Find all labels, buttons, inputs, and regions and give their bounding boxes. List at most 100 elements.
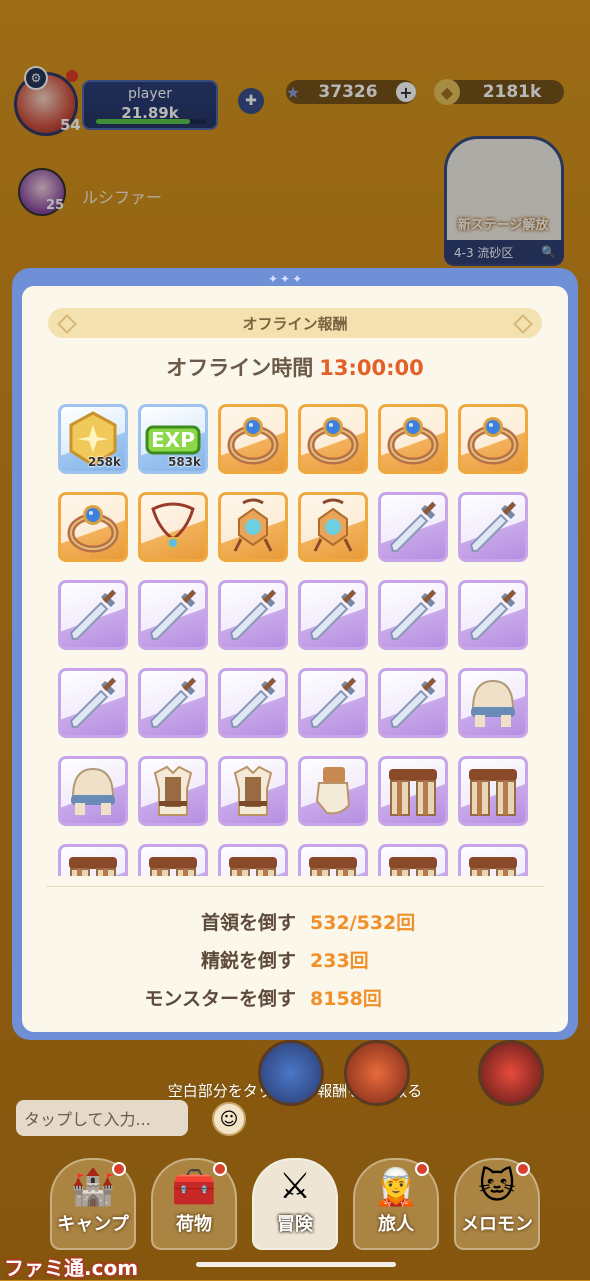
chat-placeholder: タップして入力... [24, 1110, 151, 1129]
nav-tab-2[interactable]: ⚔ 冒険 [252, 1158, 338, 1250]
diamond-icon [513, 314, 533, 334]
nav-tab-3[interactable]: 🧝 旅人 [353, 1158, 439, 1250]
modal-ornament-icon: ✦✦✦ [268, 272, 305, 286]
boots-icon [461, 759, 525, 823]
reward-item[interactable] [58, 756, 128, 826]
reward-item[interactable] [218, 668, 288, 738]
reward-item[interactable]: EXP 583k [138, 404, 208, 474]
reward-item[interactable] [58, 492, 128, 562]
boots-icon [381, 847, 445, 876]
reward-item[interactable] [58, 668, 128, 738]
kill-stat-label: モンスターを倒す [144, 988, 296, 1010]
sword-icon [61, 583, 125, 647]
skill-slot[interactable] [258, 1040, 324, 1106]
notification-dot [516, 1162, 530, 1176]
skill-slot[interactable] [344, 1040, 410, 1106]
nav-label: キャンプ [57, 1214, 129, 1235]
crossed-swords-icon: ⚔ [278, 1166, 312, 1207]
reward-item[interactable] [378, 580, 448, 650]
reward-item[interactable] [218, 492, 288, 562]
reward-item[interactable] [298, 580, 368, 650]
reward-amount: 258k [87, 455, 121, 469]
boots-icon [381, 759, 445, 823]
reward-item[interactable] [458, 404, 528, 474]
boots-icon [141, 847, 205, 876]
home-indicator[interactable] [196, 1262, 396, 1267]
sword-icon [61, 671, 125, 735]
sword-icon [141, 583, 205, 647]
nav-tab-1[interactable]: 🧰 荷物 [151, 1158, 237, 1250]
ring-icon [221, 407, 285, 471]
svg-text:EXP: EXP [151, 428, 195, 452]
watermark: ファミ通.com [4, 1256, 139, 1280]
reward-item[interactable] [298, 668, 368, 738]
diamond-icon [57, 314, 77, 334]
reward-item[interactable] [138, 492, 208, 562]
boots-icon [221, 847, 285, 876]
armor-icon [141, 759, 205, 823]
ring-icon [461, 407, 525, 471]
reward-item[interactable] [378, 844, 448, 876]
reward-item[interactable] [218, 844, 288, 876]
nav-label: メロモン [461, 1214, 533, 1235]
reward-grid[interactable]: 258k EXP 583k [58, 404, 532, 876]
amulet-icon [301, 495, 365, 559]
sword-icon [381, 583, 445, 647]
kill-stat-value: 532/532回 [310, 912, 416, 934]
sword-icon [221, 671, 285, 735]
kill-stat-label: 精鋭を倒す [200, 950, 296, 972]
reward-item[interactable] [218, 756, 288, 826]
sword-icon [461, 583, 525, 647]
reward-amount: 583k [167, 455, 201, 469]
sword-icon [141, 671, 205, 735]
nav-label: 旅人 [378, 1214, 414, 1235]
reward-item[interactable] [378, 756, 448, 826]
reward-item[interactable] [298, 404, 368, 474]
reward-item[interactable]: 258k [58, 404, 128, 474]
nav-tab-0[interactable]: 🏰 キャンプ [50, 1158, 136, 1250]
reward-item[interactable] [378, 492, 448, 562]
notification-dot [415, 1162, 429, 1176]
reward-item[interactable] [298, 492, 368, 562]
reward-item[interactable] [378, 404, 448, 474]
kill-stat-label: 首領を倒す [200, 912, 296, 934]
boots-icon [461, 847, 525, 876]
reward-item[interactable] [298, 756, 368, 826]
modal-title: オフライン報酬 [242, 314, 348, 333]
reward-item[interactable] [458, 492, 528, 562]
helmet-icon [461, 671, 525, 735]
reward-item[interactable] [218, 580, 288, 650]
glove-icon [301, 759, 365, 823]
ring-icon [381, 407, 445, 471]
reward-item[interactable] [458, 668, 528, 738]
sword-icon [221, 583, 285, 647]
skill-slot[interactable] [478, 1040, 544, 1106]
reward-item[interactable] [58, 580, 128, 650]
reward-item[interactable] [138, 756, 208, 826]
reward-item[interactable] [378, 668, 448, 738]
sword-icon [381, 671, 445, 735]
reward-item[interactable] [58, 844, 128, 876]
offline-time-value: 13:00:00 [319, 356, 424, 380]
armor-icon [221, 759, 285, 823]
ring-icon [301, 407, 365, 471]
nav-tab-4[interactable]: 🐱 メロモン [454, 1158, 540, 1250]
reward-item[interactable] [138, 668, 208, 738]
notification-dot [112, 1162, 126, 1176]
reward-item[interactable] [458, 844, 528, 876]
boots-icon [61, 847, 125, 876]
sword-icon [301, 671, 365, 735]
helmet-icon [61, 759, 125, 823]
kill-stat-value: 8158回 [310, 988, 382, 1010]
emoji-icon[interactable]: ☺ [212, 1102, 246, 1136]
reward-item[interactable] [458, 756, 528, 826]
reward-item[interactable] [138, 844, 208, 876]
reward-item[interactable] [298, 844, 368, 876]
sword-icon [301, 583, 365, 647]
reward-item[interactable] [458, 580, 528, 650]
reward-item[interactable] [218, 404, 288, 474]
modal-title-bar: オフライン報酬 [48, 308, 542, 338]
reward-item[interactable] [138, 580, 208, 650]
chat-input[interactable]: タップして入力... [16, 1100, 188, 1136]
sword-icon [461, 495, 525, 559]
